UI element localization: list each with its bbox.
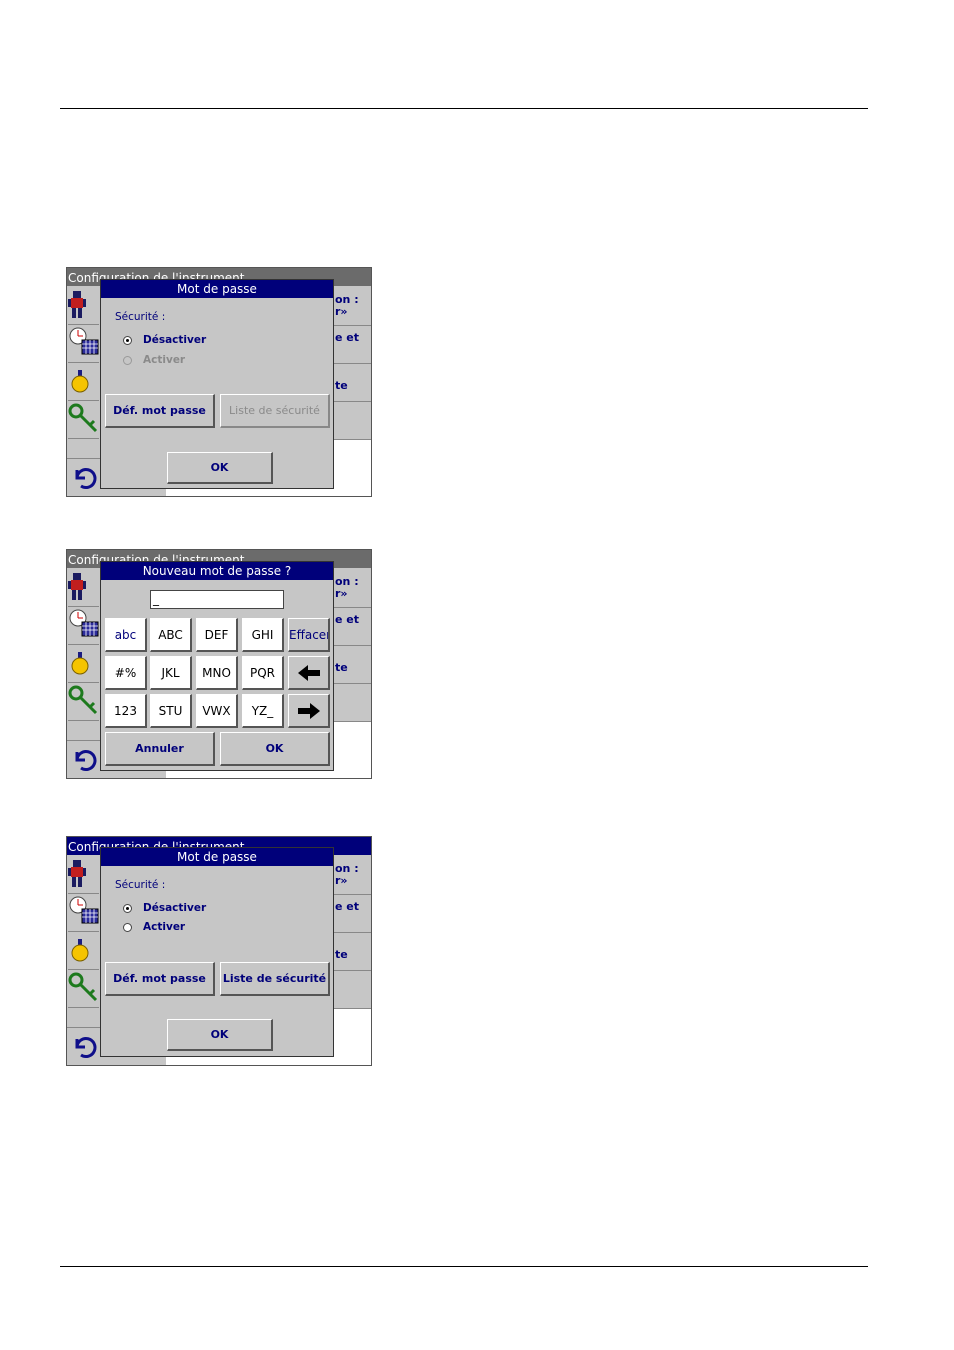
- set-password-button[interactable]: Déf. mot passe: [105, 962, 215, 996]
- key-icon: [68, 403, 98, 433]
- user-icon: [68, 860, 86, 887]
- right-menu-item-4[interactable]: [333, 402, 371, 440]
- password-input[interactable]: _: [150, 590, 284, 609]
- lamp-icon: [71, 652, 89, 675]
- dialog-title: Mot de passe: [101, 280, 333, 298]
- cursor-left-button[interactable]: [288, 656, 330, 690]
- sidebar-datetime-button[interactable]: [68, 326, 99, 363]
- sidebar-password-button[interactable]: [68, 971, 99, 1008]
- back-arrow-icon: [75, 468, 97, 489]
- key-icon: [68, 685, 98, 715]
- ok-button[interactable]: OK: [167, 1019, 273, 1051]
- footer-rule: [60, 1266, 868, 1267]
- instrument-screen-3: Configuration de l'instrument on :r» e e…: [66, 836, 372, 1066]
- back-arrow-icon: [75, 750, 97, 771]
- radio-selected-icon: [123, 903, 132, 913]
- sidebar-lamp-button[interactable]: [68, 646, 99, 683]
- dialog-title: Nouveau mot de passe ?: [101, 562, 333, 580]
- option-disable[interactable]: Désactiver: [123, 334, 206, 346]
- key-abc[interactable]: abc: [105, 618, 147, 652]
- sidebar-user-button[interactable]: [68, 288, 99, 325]
- clock-calendar-icon: [69, 327, 99, 355]
- right-menu-item-3[interactable]: te: [333, 646, 371, 684]
- lamp-icon: [71, 939, 89, 962]
- user-icon: [68, 573, 86, 600]
- right-menu-item-2[interactable]: e et: [333, 608, 371, 646]
- sidebar-lamp-button[interactable]: [68, 364, 99, 401]
- user-icon: [68, 291, 86, 318]
- security-label: Sécurité :: [115, 879, 166, 891]
- right-menu-item-3[interactable]: te: [333, 364, 371, 402]
- key-VWX[interactable]: VWX: [196, 694, 238, 728]
- key-GHI[interactable]: GHI: [242, 618, 284, 652]
- key-STU[interactable]: STU: [150, 694, 192, 728]
- key-numbers[interactable]: 123: [105, 694, 147, 728]
- right-menu-item-2[interactable]: e et: [333, 895, 371, 933]
- key-PQR[interactable]: PQR: [242, 656, 284, 690]
- set-password-button[interactable]: Déf. mot passe: [105, 394, 215, 428]
- key-MNO[interactable]: MNO: [196, 656, 238, 690]
- back-arrow-icon: [75, 1037, 97, 1058]
- right-menu-item-1[interactable]: on : r»: [333, 855, 371, 895]
- right-menu-item-3[interactable]: te: [333, 933, 371, 971]
- ok-button[interactable]: OK: [220, 732, 330, 766]
- radio-unselected-icon: [123, 922, 132, 932]
- password-dialog: Mot de passe Sécurité : Désactiver Activ…: [100, 279, 334, 489]
- sidebar-user-button[interactable]: [68, 570, 99, 607]
- arrow-left-icon: [297, 664, 320, 681]
- key-icon: [68, 972, 98, 1002]
- option-disable[interactable]: Désactiver: [123, 902, 206, 914]
- password-dialog: Mot de passe Sécurité : Désactiver Activ…: [100, 847, 334, 1057]
- right-menu-item-4[interactable]: [333, 971, 371, 1009]
- security-list-button[interactable]: Liste de sécurité: [220, 394, 330, 428]
- sidebar-user-button[interactable]: [68, 857, 99, 894]
- dialog-title: Mot de passe: [101, 848, 333, 866]
- security-list-button[interactable]: Liste de sécurité: [220, 962, 330, 996]
- ok-button[interactable]: OK: [167, 452, 273, 484]
- option-enable[interactable]: Activer: [123, 921, 185, 933]
- key-DEF[interactable]: DEF: [196, 618, 238, 652]
- radio-selected-icon: [123, 335, 132, 345]
- instrument-screen-2: Configuration de l'instrument on : r» e e…: [66, 549, 372, 779]
- right-menu-item-2[interactable]: e et: [333, 326, 371, 364]
- security-label: Sécurité :: [115, 311, 166, 323]
- lamp-icon: [71, 370, 89, 393]
- clear-button[interactable]: Effacer: [288, 618, 330, 652]
- key-ABC[interactable]: ABC: [150, 618, 192, 652]
- sidebar-password-button[interactable]: [68, 684, 99, 721]
- clock-calendar-icon: [69, 896, 99, 924]
- arrow-right-icon: [297, 702, 320, 719]
- key-JKL[interactable]: JKL: [150, 656, 192, 690]
- option-enable[interactable]: Activer: [123, 354, 185, 366]
- right-menu-item-4[interactable]: [333, 684, 371, 722]
- new-password-dialog: Nouveau mot de passe ? _ abc ABC DEF GHI…: [100, 561, 334, 771]
- key-symbols[interactable]: #%: [105, 656, 147, 690]
- sidebar-password-button[interactable]: [68, 402, 99, 439]
- cursor-right-button[interactable]: [288, 694, 330, 728]
- right-menu-item-1[interactable]: on : r»: [333, 286, 371, 326]
- right-menu-item-1[interactable]: on : r»: [333, 568, 371, 608]
- instrument-screen-1: Configuration de l'instrument on : r» e e…: [66, 267, 372, 497]
- header-rule: [60, 108, 868, 109]
- cancel-button[interactable]: Annuler: [105, 732, 215, 766]
- sidebar-lamp-button[interactable]: [68, 933, 99, 970]
- key-YZ[interactable]: YZ_: [242, 694, 284, 728]
- clock-calendar-icon: [69, 609, 99, 637]
- sidebar-datetime-button[interactable]: [68, 895, 99, 932]
- radio-unselected-icon: [123, 355, 132, 365]
- sidebar-datetime-button[interactable]: [68, 608, 99, 645]
